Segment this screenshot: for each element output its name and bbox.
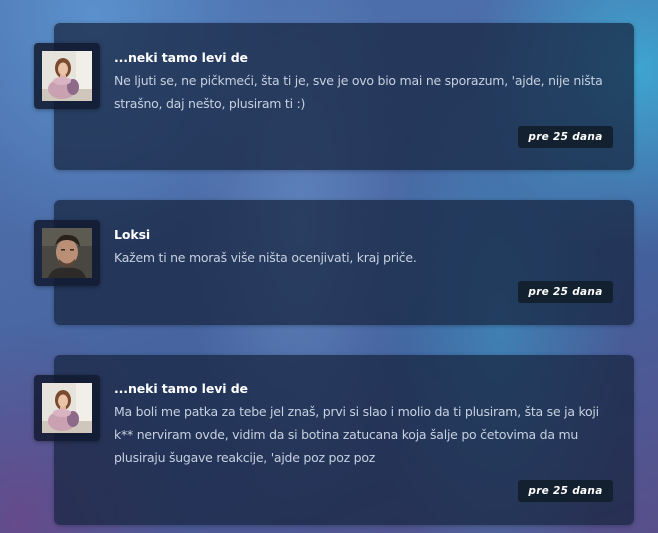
man-portrait-avatar-icon	[42, 228, 92, 278]
comment-author[interactable]: ...neki tamo levi de	[114, 50, 248, 65]
comment-author[interactable]: Loksi	[114, 227, 150, 242]
avatar[interactable]	[34, 43, 100, 109]
comment-time-badge: pre 25 dana	[518, 281, 613, 303]
avatar[interactable]	[34, 220, 100, 286]
avatar[interactable]	[34, 375, 100, 441]
comment-text: Ne ljuti se, ne pičkmeći, šta ti je, sve…	[114, 73, 603, 111]
woman-portrait-avatar-icon	[42, 51, 92, 101]
comment-card: ...neki tamo levi de Ma boli me patka za…	[54, 355, 634, 525]
comment-author[interactable]: ...neki tamo levi de	[114, 381, 248, 396]
woman-portrait-avatar-icon	[42, 383, 92, 433]
comment-time-badge: pre 25 dana	[518, 480, 613, 502]
comment-text: Ma boli me patka za tebe jel znaš, prvi …	[114, 404, 599, 465]
comment-card: ...neki tamo levi de Ne ljuti se, ne pič…	[54, 23, 634, 170]
comment-time-badge: pre 25 dana	[518, 126, 613, 148]
comment-text: Kažem ti ne moraš više ništa ocenjivati,…	[114, 250, 417, 265]
comment-card: Loksi Kažem ti ne moraš više ništa ocenj…	[54, 200, 634, 325]
